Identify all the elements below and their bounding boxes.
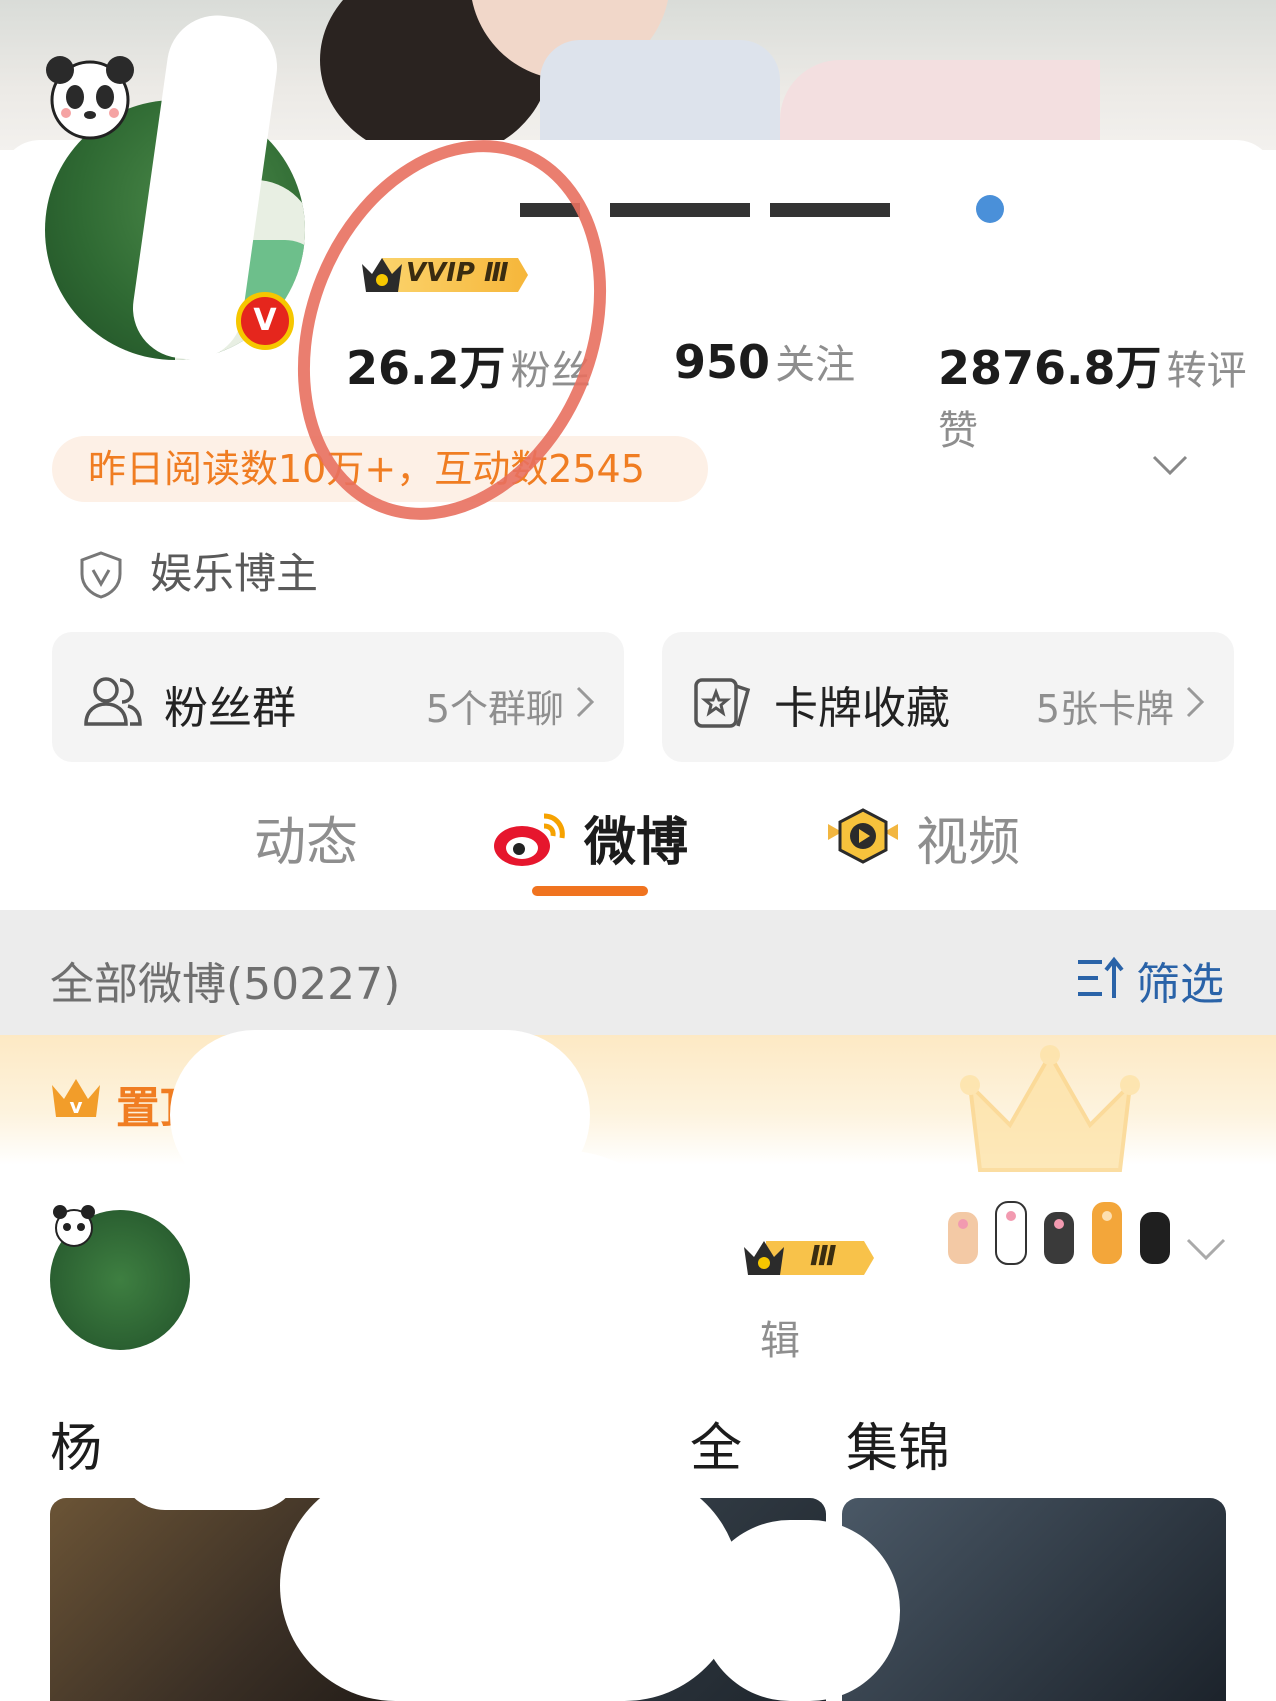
video-logo-icon <box>828 808 898 864</box>
chevron-down-icon[interactable] <box>1184 1228 1228 1268</box>
crown-icon: v <box>52 1079 100 1118</box>
card-collection-entry[interactable]: 卡牌收藏 5张卡牌 <box>662 632 1234 762</box>
post-title-fragment: 杨 <box>50 1419 103 1479</box>
card-icon <box>694 678 751 728</box>
panda-sticker-icon <box>53 1205 95 1247</box>
vip-level-text: Ⅲ <box>810 1239 837 1272</box>
cat-paws-decoration-icon <box>948 1201 1170 1265</box>
entry-count: 5个群聊 <box>425 687 564 731</box>
chevron-down-icon[interactable] <box>1150 445 1190 485</box>
post-subtitle: 辑 <box>760 1318 800 1364</box>
people-icon <box>84 677 142 726</box>
weibo-logo-icon <box>494 813 565 866</box>
entry-count: 5张卡牌 <box>1035 687 1174 731</box>
tab-video[interactable]: 视频 <box>916 800 1020 875</box>
tab-dongtai[interactable]: 动态 <box>254 800 358 875</box>
certification-label: 娱乐博主 <box>150 549 319 598</box>
panda-sticker-icon <box>46 56 134 140</box>
annotation-circle <box>297 140 607 520</box>
privacy-scribble <box>700 1520 900 1701</box>
filter-icon <box>1078 956 1124 998</box>
stat-label: 关注 <box>775 342 856 388</box>
stat-value: 2876.8万 <box>938 341 1162 395</box>
vip-badge: Ⅲ <box>742 1235 878 1281</box>
post-title-fragment: 集锦 <box>846 1419 951 1479</box>
filter-label: 筛选 <box>1136 959 1224 1010</box>
chevron-right-icon <box>1186 686 1205 718</box>
chevron-right-icon <box>576 686 595 718</box>
all-weibo-count[interactable]: 全部微博(50227) <box>50 948 400 1012</box>
post-title-fragment: 全 <box>690 1419 743 1479</box>
banner-sweater <box>780 60 1100 150</box>
privacy-scribble <box>120 1420 300 1510</box>
tab-weibo[interactable]: 微博 <box>584 800 688 875</box>
stat-value: 950 <box>674 335 771 389</box>
shield-icon <box>80 551 122 599</box>
stat-interactions[interactable]: 2876.8万 转评赞 <box>938 332 1276 456</box>
active-tab-indicator <box>532 886 648 896</box>
svg-text:v: v <box>69 1094 82 1118</box>
post-image-thumbnail[interactable] <box>842 1498 1226 1701</box>
entry-title: 粉丝群 <box>164 683 296 734</box>
stat-following[interactable]: 950 关注 <box>674 332 855 390</box>
crown-watermark-icon <box>960 1045 1140 1172</box>
entry-title: 卡牌收藏 <box>774 683 950 734</box>
privacy-scribble <box>280 1470 740 1701</box>
fan-group-entry[interactable]: 粉丝群 5个群聊 <box>52 632 624 762</box>
